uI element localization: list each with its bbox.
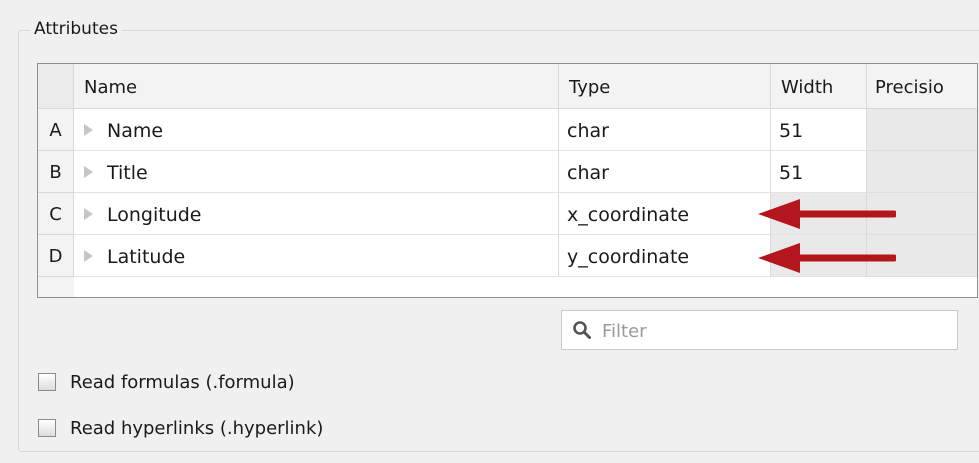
cell-precision-a (867, 109, 977, 151)
annotation-arrow-y (758, 243, 896, 273)
expand-triangle-icon[interactable] (84, 207, 93, 220)
filter-input[interactable] (600, 315, 944, 347)
cell-name-a[interactable]: Name (74, 109, 559, 151)
cell-type-c[interactable]: x_coordinate (559, 193, 771, 235)
attributes-group-title: Attributes (30, 19, 122, 39)
cell-width-b[interactable]: 51 (771, 151, 867, 193)
expand-triangle-icon[interactable] (84, 123, 93, 136)
cell-type-b[interactable]: char (559, 151, 771, 193)
filter-field[interactable] (561, 310, 958, 350)
column-header-type[interactable]: Type (559, 64, 771, 109)
cell-type-a[interactable]: char (559, 109, 771, 151)
column-header-name[interactable]: Name (74, 64, 559, 109)
empty-row-header (38, 277, 75, 297)
read-formulas-option[interactable]: Read formulas (.formula) (38, 370, 295, 394)
cell-width-a[interactable]: 51 (771, 109, 867, 151)
attribute-name: Name (107, 120, 164, 142)
cell-name-c[interactable]: Longitude (74, 193, 559, 235)
row-header-c[interactable]: C (38, 193, 74, 235)
row-header-b[interactable]: B (38, 151, 74, 193)
search-icon (573, 321, 591, 339)
read-hyperlinks-option[interactable]: Read hyperlinks (.hyperlink) (38, 416, 323, 440)
read-formulas-label[interactable]: Read formulas (.formula) (70, 372, 295, 393)
cell-name-d[interactable]: Latitude (74, 235, 559, 277)
attribute-name: Longitude (107, 204, 202, 226)
table-corner[interactable] (38, 64, 74, 109)
cell-precision-b (867, 151, 977, 193)
read-hyperlinks-checkbox[interactable] (38, 419, 56, 437)
cell-name-b[interactable]: Title (74, 151, 559, 193)
empty-row (74, 277, 977, 297)
column-header-width[interactable]: Width (771, 64, 867, 109)
read-formulas-checkbox[interactable] (38, 373, 56, 391)
column-header-precision[interactable]: Precisio (867, 64, 977, 109)
annotation-arrow-x (758, 199, 896, 229)
attribute-name: Title (107, 162, 148, 184)
row-header-a[interactable]: A (38, 109, 74, 151)
cell-type-d[interactable]: y_coordinate (559, 235, 771, 277)
read-hyperlinks-label[interactable]: Read hyperlinks (.hyperlink) (70, 418, 323, 439)
expand-triangle-icon[interactable] (84, 165, 93, 178)
attribute-name: Latitude (107, 246, 186, 268)
row-header-d[interactable]: D (38, 235, 74, 277)
expand-triangle-icon[interactable] (84, 249, 93, 262)
